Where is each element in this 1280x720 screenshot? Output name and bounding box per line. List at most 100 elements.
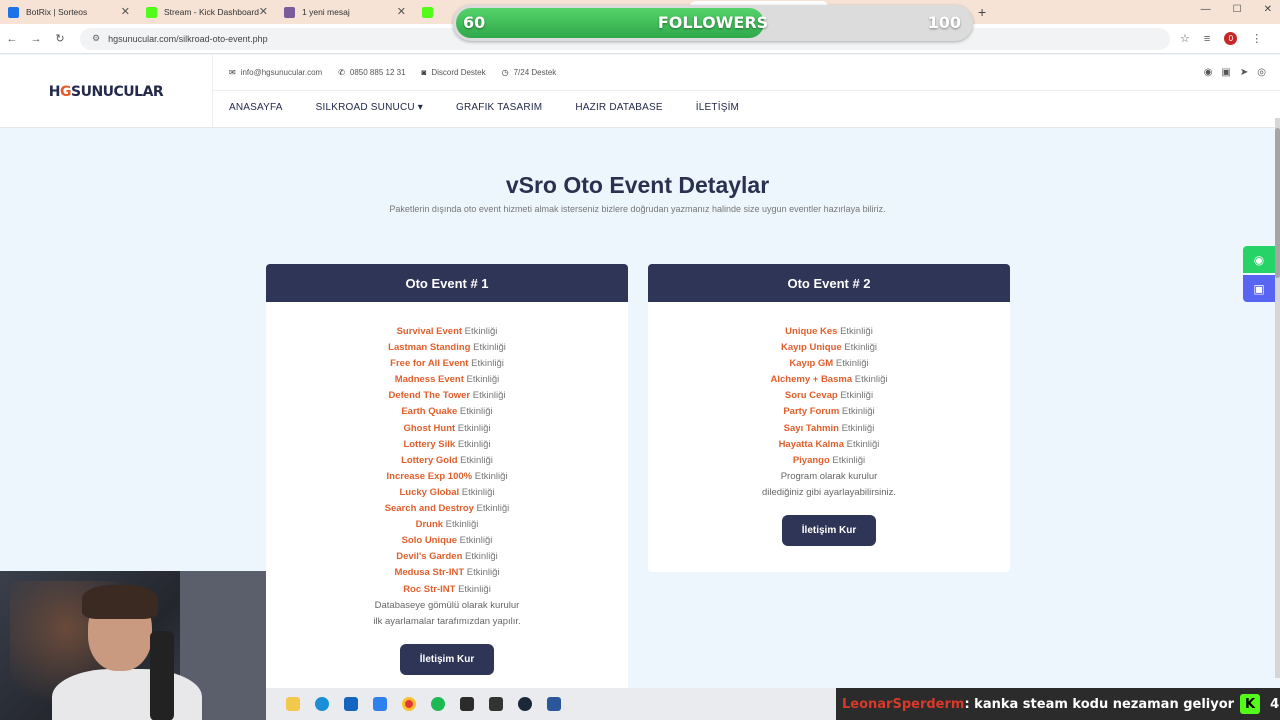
clock-icon: ◷ xyxy=(501,68,509,77)
scrollbar-thumb[interactable] xyxy=(1275,128,1280,278)
instagram-icon[interactable]: ◎ xyxy=(1257,67,1266,78)
event-item: Party Forum Etkinliği xyxy=(648,404,1010,420)
contact-bar: ✉ info@hgsunucular.com ✆ 0850 885 12 31 ◙ D… xyxy=(213,55,1280,91)
contact-email[interactable]: info@hgsunucular.com xyxy=(241,68,323,77)
card-body: Survival Event Etkinliği Lastman Standing… xyxy=(266,302,628,675)
spotify-icon[interactable] xyxy=(431,697,445,711)
event-item: Madness Event Etkinliği xyxy=(266,372,628,388)
logo-link[interactable]: HGSUNUCULAR xyxy=(0,55,213,128)
caret-down-icon: ▾ xyxy=(414,102,423,113)
event-name: Kayıp GM xyxy=(789,358,834,370)
new-tab-button[interactable]: + xyxy=(978,4,986,20)
tab-close-icon[interactable]: ✕ xyxy=(397,5,406,18)
minimize-icon[interactable]: — xyxy=(1201,4,1211,15)
nav-item[interactable]: İLETİŞİM xyxy=(696,102,739,113)
event-name: Roc Str-INT xyxy=(403,583,456,595)
epic-games-icon[interactable] xyxy=(489,697,503,711)
event-item: Lastman Standing Etkinliği xyxy=(266,340,628,356)
browser-tab[interactable]: BotRix | Sorteos ✕ xyxy=(0,1,138,23)
nav-item[interactable]: HAZIR DATABASE xyxy=(575,102,662,113)
tab-title: Stream - Kick Dashboard xyxy=(164,7,259,17)
discord-float-button[interactable]: ▣ xyxy=(1243,275,1275,302)
event-suffix: Etkinliği xyxy=(457,454,493,466)
tab-favicon-icon xyxy=(422,6,433,18)
event-suffix: Etkinliği xyxy=(472,470,508,482)
event-suffix: Etkinliği xyxy=(457,535,493,547)
event-suffix: Etkinliği xyxy=(844,438,880,450)
reload-icon[interactable]: ↻ xyxy=(48,32,72,45)
tab-close-icon[interactable]: ✕ xyxy=(121,5,130,18)
event-item: Kayıp Unique Etkinliği xyxy=(648,340,1010,356)
browser-menu-icon[interactable]: ⋮ xyxy=(1251,32,1262,45)
event-name: Free for All Event xyxy=(390,358,469,370)
app-icon[interactable] xyxy=(460,697,474,711)
followers-label: FOLLOWERS xyxy=(657,13,769,32)
discord-social-icon[interactable]: ▣ xyxy=(1221,67,1230,78)
nav-item[interactable]: GRAFIK TASARIM xyxy=(456,102,542,113)
whatsapp-float-button[interactable]: ◉ xyxy=(1243,246,1275,273)
telegram-icon[interactable]: ➤ xyxy=(1240,67,1248,78)
event-item: Lottery Silk Etkinliği xyxy=(266,437,628,453)
contact-button[interactable]: İletişim Kur xyxy=(399,643,495,675)
nav-item[interactable]: SILKROAD SUNUCU ▾ xyxy=(316,102,423,113)
event-item: Survival Event Etkinliği xyxy=(266,324,628,340)
outlook-icon[interactable] xyxy=(373,697,387,711)
page-subtitle: Paketlerin dışında oto event hizmeti alm… xyxy=(389,204,886,214)
event-item: Free for All Event Etkinliği xyxy=(266,356,628,372)
calculator-icon[interactable] xyxy=(344,697,358,711)
contact-discord[interactable]: Discord Destek xyxy=(431,68,485,77)
nav-item[interactable]: ANASAYFA xyxy=(229,102,283,113)
profile-avatar[interactable]: 0 xyxy=(1224,32,1238,45)
event-suffix: Etkinliği xyxy=(464,567,500,579)
followers-goal: 100 xyxy=(927,13,961,32)
event-card-2: Oto Event # 2 Unique Kes Etkinliği Kayıp U… xyxy=(648,264,1010,572)
event-item: Ghost Hunt Etkinliği xyxy=(266,421,628,437)
event-item: Medusa Str-INT Etkinliği xyxy=(266,565,628,581)
chat-overlay: LeonarSperderm : kanka steam kodu nezama… xyxy=(836,688,1280,720)
event-name: Medusa Str-INT xyxy=(394,567,465,579)
event-name: Lucky Global xyxy=(399,486,460,498)
chrome-icon[interactable] xyxy=(402,697,416,711)
file-explorer-icon[interactable] xyxy=(286,697,300,711)
contact-support: 7/24 Destek xyxy=(513,68,557,77)
phone-icon: ✆ xyxy=(338,68,345,77)
event-name: Devil's Garden xyxy=(396,551,463,563)
media-control-icon[interactable]: ≡ xyxy=(1204,33,1210,45)
event-name: Sayı Tahmin xyxy=(783,422,839,434)
chat-message: : kanka steam kodu nezaman geliyor xyxy=(964,696,1235,712)
contact-phone[interactable]: 0850 885 12 31 xyxy=(350,68,406,77)
edge-icon[interactable] xyxy=(315,697,329,711)
card-note: Program olarak kurulur xyxy=(780,470,878,482)
event-item: Lottery Gold Etkinliği xyxy=(266,453,628,469)
word-icon[interactable] xyxy=(547,697,561,711)
event-item: Roc Str-INT Etkinliği xyxy=(266,582,628,598)
event-name: Ghost Hunt xyxy=(403,422,456,434)
event-item: Hayatta Kalma Etkinliği xyxy=(648,437,1010,453)
event-suffix: Etkinliği xyxy=(473,503,510,515)
event-name: Soru Cevap xyxy=(784,390,838,402)
event-suffix: Etkinliği xyxy=(470,390,506,402)
event-item: Sayı Tahmin Etkinliği xyxy=(648,421,1010,437)
event-suffix: Etkinliği xyxy=(462,326,498,337)
kick-logo-icon: K xyxy=(1240,694,1261,714)
tab-close-icon[interactable]: ✕ xyxy=(259,5,268,18)
steam-icon[interactable] xyxy=(518,697,532,711)
main-nav: ANASAYFA SILKROAD SUNUCU ▾ GRAFIK TASARIM H… xyxy=(229,102,739,113)
event-item: Solo Unique Etkinliği xyxy=(266,533,628,549)
bookmark-star-icon[interactable]: ☆ xyxy=(1180,32,1190,45)
close-window-icon[interactable]: ✕ xyxy=(1264,4,1272,15)
forward-icon[interactable]: → xyxy=(24,33,48,45)
back-icon[interactable]: ← xyxy=(0,33,24,45)
site-info-icon[interactable]: ⚙ xyxy=(92,33,100,44)
event-suffix: Etkinliği xyxy=(443,519,479,531)
contact-button[interactable]: İletişim Kur xyxy=(781,515,877,547)
event-name: Lottery Silk xyxy=(403,438,456,450)
browser-tab[interactable]: 1 yeni mesaj ✕ xyxy=(276,1,414,23)
whatsapp-icon[interactable]: ◉ xyxy=(1204,67,1213,78)
maximize-icon[interactable]: ☐ xyxy=(1233,4,1242,15)
event-name: Survival Event xyxy=(396,326,463,337)
event-name: Alchemy + Basma xyxy=(770,374,853,386)
chat-viewer-count: 4 xyxy=(1270,696,1280,712)
browser-tab[interactable]: Stream - Kick Dashboard ✕ xyxy=(138,1,276,23)
site-logo: HGSUNUCULAR xyxy=(48,83,164,100)
